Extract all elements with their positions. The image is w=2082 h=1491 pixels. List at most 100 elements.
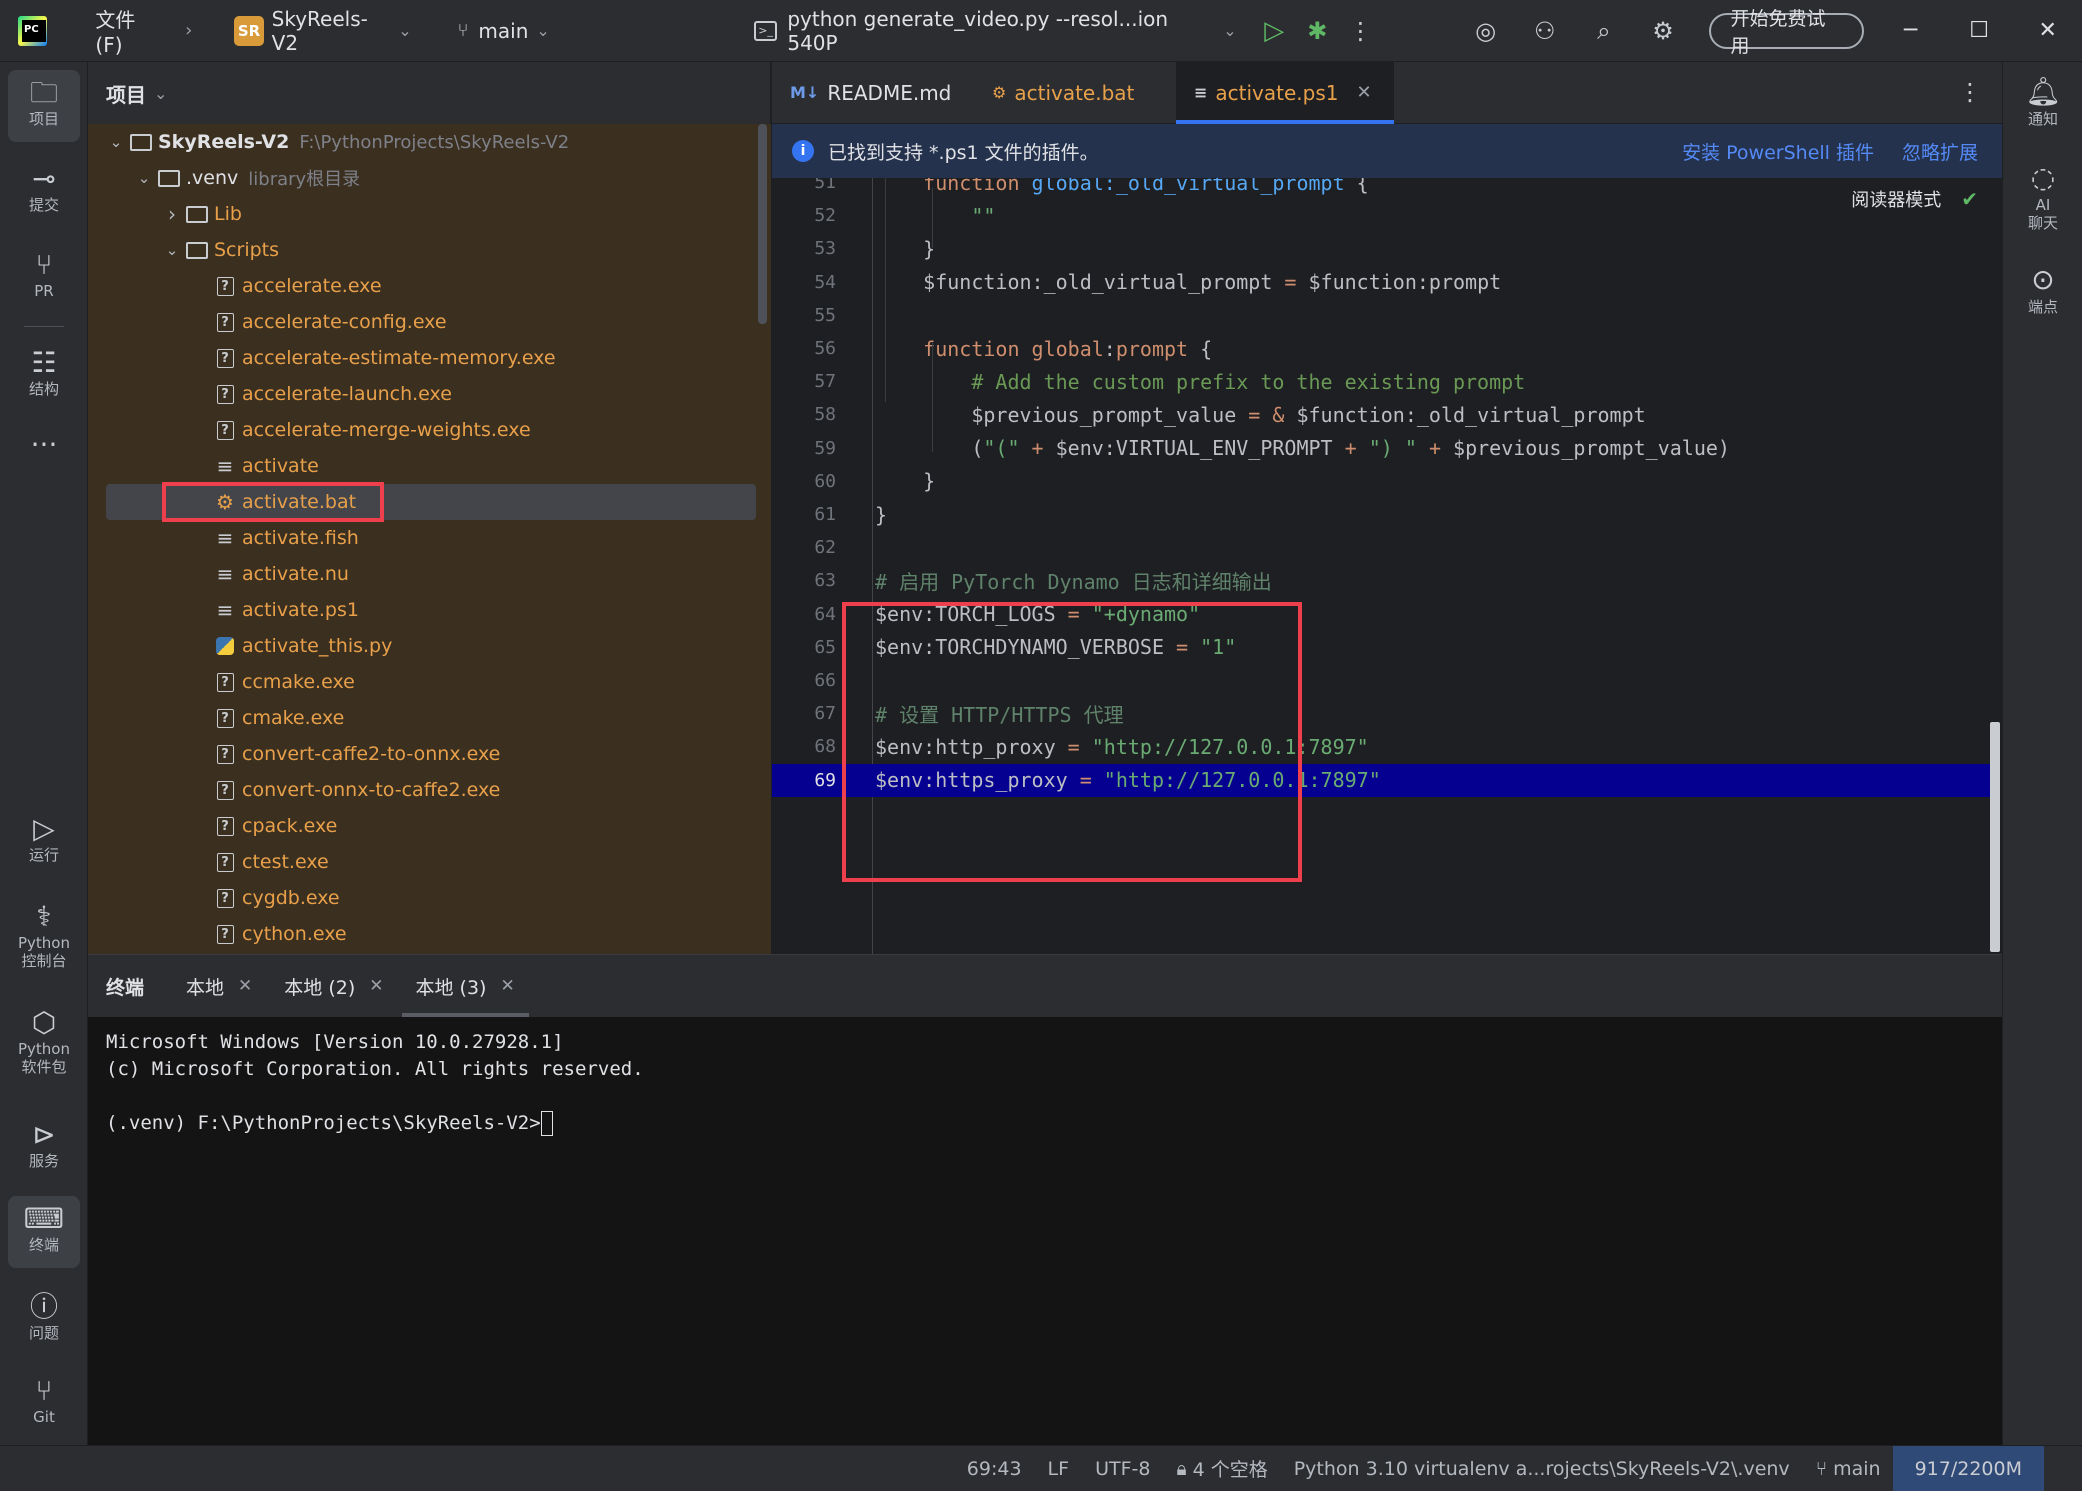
line-number[interactable]: 57 [772,371,844,392]
line-number[interactable]: 66 [772,670,844,691]
line-number[interactable]: 51 [772,178,844,193]
branch-switcher[interactable]: ⑂ main ⌄ [458,0,550,62]
install-plugin-link[interactable]: 安装 PowerShell 插件 [1682,138,1874,165]
tree-scrollbar[interactable] [758,124,767,324]
line-number[interactable]: 54 [772,272,844,293]
tree-folder[interactable]: ⌄ .venv library根目录 [88,160,771,196]
tree-folder[interactable]: › Lib [88,196,771,232]
close-tab-icon[interactable]: ✕ [1357,82,1372,103]
tab-readme[interactable]: M↓ README.md [772,62,974,124]
run-icon[interactable]: ▷ [1253,9,1296,53]
tree-file[interactable]: ? cython.exe [88,916,771,952]
toolwindow-endpoints[interactable]: ⊙ 端点 [2007,262,2079,316]
terminal-tab-local-2[interactable]: 本地 (2) ✕ [284,955,383,1017]
line-number[interactable]: 61 [772,504,844,525]
line-number[interactable]: 59 [772,438,844,459]
tree-folder[interactable]: ⌄ Scripts [88,232,771,268]
line-number[interactable]: 63 [772,570,844,591]
line-number[interactable]: 60 [772,471,844,492]
toolwindow-pull-requests[interactable]: ⑂ PR [8,242,80,308]
terminal-output[interactable]: Microsoft Windows [Version 10.0.27928.1]… [88,1017,2002,1446]
debug-icon[interactable]: ✱ [1296,9,1339,53]
search-icon[interactable]: ⌕ [1582,9,1625,53]
run-config-selector[interactable]: >_ python generate_video.py --resol...io… [753,0,1237,62]
tree-file[interactable]: ? convert-onnx-to-caffe2.exe [88,772,771,808]
code-line[interactable]: 59 ("(" + $env:VIRTUAL_ENV_PROMPT + ") "… [772,432,1992,465]
toolwindow-more[interactable]: ··· [8,422,80,462]
line-number[interactable]: 64 [772,604,844,625]
line-number[interactable]: 55 [772,305,844,326]
toolwindow-ai-chat[interactable]: ◌ AI 聊天 [2007,160,2079,232]
tree-file[interactable]: ≡ activate.nu [88,556,771,592]
tab-activate-bat[interactable]: ⚙ activate.bat [974,62,1176,124]
ai-assistant-icon[interactable]: ◎ [1464,9,1507,53]
code-line[interactable]: 60 } [772,465,1992,498]
toolwindow-python-console[interactable]: ⚕ Python 控制台 [8,894,80,978]
maximize-icon[interactable]: ☐ [1945,0,2014,62]
line-number[interactable]: 67 [772,703,844,724]
tree-file[interactable]: ≡ activate.fish [88,520,771,556]
code-line[interactable]: 61} [772,498,1992,531]
reader-mode-toggle[interactable]: 阅读器模式 ✔ [1851,186,1978,212]
code-line[interactable]: 57 # Add the custom prefix to the existi… [772,365,1992,398]
toolwindow-notifications[interactable]: 🔔︎ 通知 [2007,74,2079,128]
code-line[interactable]: 55 [772,299,1992,332]
close-tab-icon[interactable]: ✕ [238,976,252,996]
code-line[interactable]: 56 function global:prompt { [772,332,1992,365]
tree-file[interactable]: ? cmake.exe [88,700,771,736]
terminal-tab-local[interactable]: 本地 ✕ [186,955,252,1017]
minimize-icon[interactable]: ─ [1876,0,1945,62]
tree-file[interactable]: ? accelerate-config.exe [88,304,771,340]
code-line[interactable]: 53 } [772,232,1992,265]
toolwindow-problems[interactable]: ⓘ 问题 [8,1284,80,1350]
tree-folder[interactable]: ⌄ SkyReels-V2 F:\PythonProjects\SkyReels-V… [88,124,771,160]
line-number[interactable]: 52 [772,205,844,226]
main-menu-button[interactable]: 文件(F) [95,0,161,62]
tree-file[interactable]: ? cpack.exe [88,808,771,844]
caret-position[interactable]: 69:43 [967,1458,1022,1480]
line-ending[interactable]: LF [1048,1458,1070,1480]
project-panel-header[interactable]: 项目 ⌄ [88,62,770,124]
start-trial-button[interactable]: 开始免费试用 [1708,8,1865,57]
line-number[interactable]: 62 [772,537,844,558]
tab-activate-ps1[interactable]: ≡ activate.ps1 ✕ [1176,61,1394,124]
ignore-extension-link[interactable]: 忽略扩展 [1902,138,1978,165]
settings-icon[interactable]: ⚙ [1641,9,1684,53]
chevron-down-icon[interactable]: ⌄ [106,133,126,151]
tree-file[interactable]: ? ctest.exe [88,844,771,880]
more-tabs-icon[interactable]: ⋮ [1958,78,1982,106]
interpreter-selector[interactable]: Python 3.10 virtualenv a...rojects\SkyRe… [1294,1458,1790,1480]
code-line[interactable]: 54 $function:_old_virtual_prompt = $func… [772,266,1992,299]
toolwindow-python-packages[interactable]: ⬡ Python 软件包 [8,1000,80,1084]
code-line[interactable]: 62 [772,531,1992,564]
code-line[interactable]: 63 # 启用 PyTorch Dynamo 日志和详细输出 [772,564,1992,597]
code-view[interactable]: 51 function global:_old_virtual_prompt {… [772,178,2002,954]
toolwindow-git[interactable]: ⑂ Git [8,1368,80,1434]
more-icon[interactable]: ⋮ [1339,9,1382,53]
editor-scrollbar[interactable] [1990,722,2000,952]
toolwindow-project[interactable]: 🗀 项目 [8,70,80,142]
toolwindow-run[interactable]: ▷ 运行 [8,806,80,872]
tree-file[interactable]: ? convert-caffe2-to-onnx.exe [88,736,771,772]
close-window-icon[interactable]: ✕ [2013,0,2082,62]
line-number[interactable]: 68 [772,736,844,757]
indent-setting[interactable]: 🔒︎ 4 个空格 [1176,1455,1267,1482]
close-tab-icon[interactable]: ✕ [369,976,383,996]
tree-file[interactable]: ? cygdb.exe [88,880,771,916]
toolwindow-commit[interactable]: ⊸ 提交 [8,156,80,222]
close-tab-icon[interactable]: ✕ [500,976,514,996]
tree-file[interactable]: activate_this.py [88,628,771,664]
terminal-tab-local-3[interactable]: 本地 (3) ✕ [401,955,529,1017]
chevron-down-icon[interactable]: ⌄ [162,241,182,259]
pycharm-logo-icon[interactable] [18,15,48,46]
git-branch-widget[interactable]: ⑂ main [1816,1458,1881,1480]
tree-file[interactable]: ? accelerate.exe [88,268,771,304]
tree-file[interactable]: ≡ activate.ps1 [88,592,771,628]
code-line[interactable]: 52 "" [772,199,1992,232]
project-switcher[interactable]: SR SkyReels-V2 ⌄ [234,0,412,62]
chevron-down-icon[interactable]: ⌄ [134,169,154,187]
toolwindow-structure[interactable]: ☷ 结构 [8,340,80,406]
line-number[interactable]: 69 [772,770,844,791]
toolwindow-terminal[interactable]: ⌨ 终端 [8,1196,80,1268]
code-line[interactable]: 58 $previous_prompt_value = & $function:… [772,398,1992,431]
